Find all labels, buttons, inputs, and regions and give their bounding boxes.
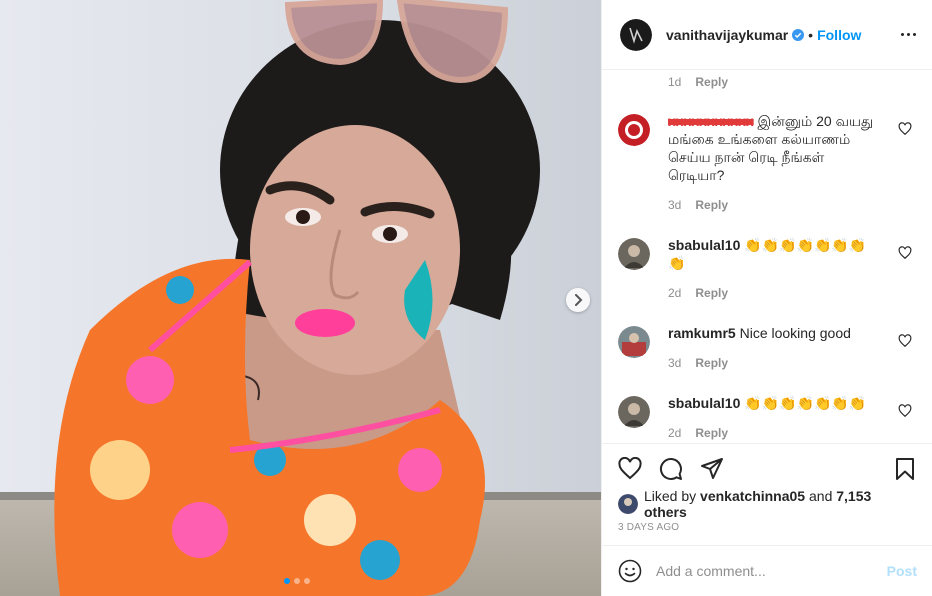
likes-and: and [809,488,833,504]
reply-button[interactable]: Reply [695,286,728,300]
commenter-avatar[interactable] [618,238,650,270]
comment-body: xxxxxxxxxxx இன்னும் 20 வயது மங்கை உங்களை… [668,112,880,184]
comment-item: sbabulal10 👏👏👏👏👏👏👏👏 [618,236,918,272]
reply-button[interactable]: Reply [695,426,728,440]
likes-prefix: Liked by [644,488,697,504]
comment-text: 👏👏👏👏👏👏👏 [744,395,867,411]
comment-meta: 2d Reply [668,426,728,440]
comments-list[interactable]: 1d Reply xxxxxxxxxxx இன்னும் 20 வயது மங்… [602,70,932,443]
author-avatar[interactable] [620,18,652,51]
like-comment-heart-icon[interactable] [898,122,912,136]
action-icons-row [602,444,932,494]
more-options-icon[interactable] [901,33,916,36]
like-heart-icon[interactable] [618,457,642,481]
comment-time: 2d [668,426,682,440]
comment-meta: 3d Reply [668,198,728,212]
add-comment-bar: Post [602,545,932,596]
comment-time: 3d [668,198,682,212]
bookmark-icon[interactable] [893,457,917,481]
like-comment-heart-icon[interactable] [898,334,912,348]
comment-meta: 2d Reply [668,286,728,300]
comment-body: ramkumr5 Nice looking good [668,324,880,358]
comment-time: 2d [668,286,682,300]
post-actions: Liked by venkatchinna05 and 7,153 others… [602,443,932,538]
verified-badge-icon [792,28,805,41]
like-comment-heart-icon[interactable] [898,246,912,260]
comment-bubble-icon[interactable] [659,457,683,481]
emoji-smiley-icon[interactable] [618,559,642,583]
comment-input[interactable] [656,563,887,579]
comment-item: sbabulal10 👏👏👏👏👏👏👏 [618,394,918,428]
photo-subject [54,0,540,596]
like-comment-heart-icon[interactable] [898,404,912,418]
commenter-username[interactable]: xxxxxxxxxxx [668,113,754,129]
chevron-right-icon [575,294,583,306]
next-photo-button[interactable] [566,288,590,312]
commenter-username[interactable]: sbabulal10 [668,237,740,253]
post-photo[interactable] [0,0,601,596]
carousel-dot [304,578,310,584]
commenter-avatar[interactable] [618,114,650,146]
reply-button[interactable]: Reply [695,198,728,212]
commenter-avatar[interactable] [618,396,650,428]
instagram-post-view: vanithavijaykumar • Follow 1d Reply xxxx… [0,0,932,596]
separator-dot: • [808,26,814,43]
previous-comment-meta: 1d Reply [668,75,728,89]
liker-avatar[interactable] [618,494,638,514]
likes-summary: Liked by venkatchinna05 and 7,153 others [602,488,932,520]
post-comment-button[interactable]: Post [887,563,917,579]
reply-button[interactable]: Reply [695,356,728,370]
follow-button[interactable]: Follow [817,27,861,43]
post-header: vanithavijaykumar • Follow [602,0,932,70]
author-username[interactable]: vanithavijaykumar [666,27,788,43]
liker-username[interactable]: venkatchinna05 [700,488,805,504]
commenter-username[interactable]: sbabulal10 [668,395,740,411]
comment-time: 3d [668,356,682,370]
commenter-username[interactable]: ramkumr5 [668,325,736,341]
comment-text: Nice looking good [739,325,851,341]
comment-meta: 3d Reply [668,356,728,370]
share-paper-plane-icon[interactable] [700,457,724,481]
comment-body: sbabulal10 👏👏👏👏👏👏👏 [668,394,880,428]
carousel-indicator [284,578,310,584]
comment-item: xxxxxxxxxxx இன்னும் 20 வயது மங்கை உங்களை… [618,112,918,184]
commenter-avatar[interactable] [618,326,650,358]
comment-body: sbabulal10 👏👏👏👏👏👏👏👏 [668,236,880,272]
reply-button[interactable]: Reply [695,75,728,89]
likes-text: Liked by venkatchinna05 and 7,153 others [644,488,917,520]
carousel-dot [284,578,290,584]
post-side-panel: vanithavijaykumar • Follow 1d Reply xxxx… [601,0,932,596]
comment-time: 1d [668,75,682,89]
comment-item: ramkumr5 Nice looking good [618,324,918,358]
carousel-dot [294,578,300,584]
